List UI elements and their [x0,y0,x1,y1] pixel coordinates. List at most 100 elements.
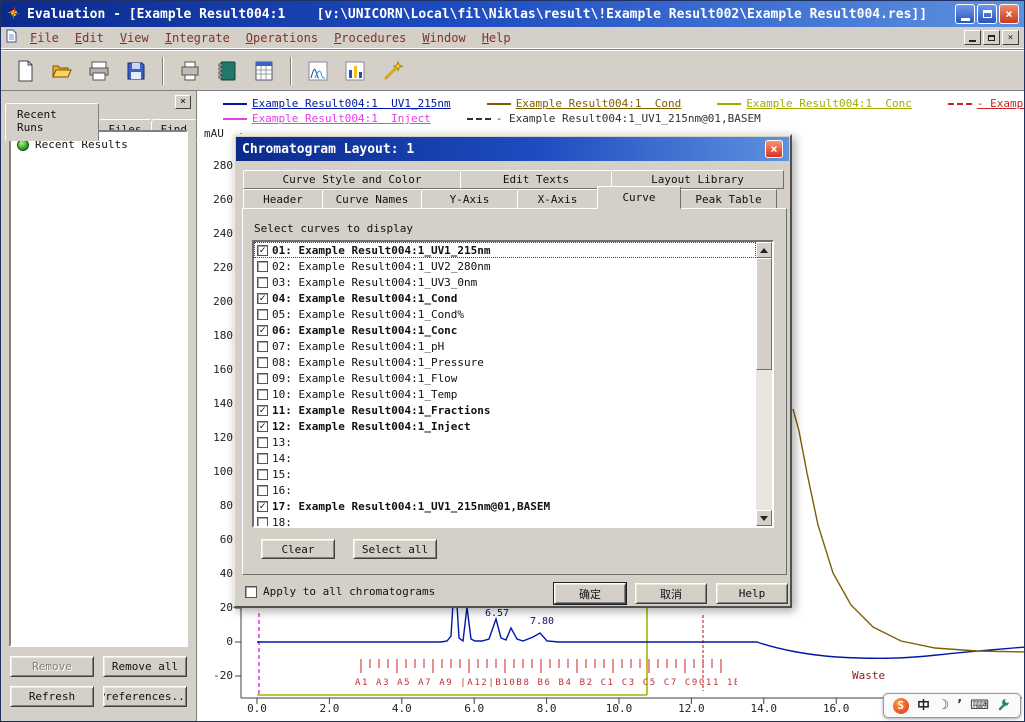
curve-checkbox[interactable] [257,341,268,352]
curve-list-item[interactable]: 18: [254,514,756,526]
curve-checkbox[interactable] [257,357,268,368]
menu-integrate[interactable]: Integrate [157,29,238,47]
maximize-button[interactable] [977,4,997,24]
new-document-button[interactable] [8,54,42,88]
menu-file[interactable]: File [22,29,67,47]
print-button[interactable] [82,54,116,88]
curve-checkbox[interactable]: ✓ [257,325,268,336]
curve-list-item[interactable]: ✓01: Example Result004:1_UV1_215nm [254,242,756,258]
mdi-close-button[interactable]: × [1002,30,1019,45]
curve-list-scrollbar[interactable] [756,242,772,526]
refresh-button[interactable]: Refresh [10,686,94,707]
mdi-restore-button[interactable] [983,30,1000,45]
curve-list-item[interactable]: 08: Example Result004:1_Pressure [254,354,756,370]
curve-checkbox[interactable] [257,469,268,480]
curve-checkbox[interactable] [257,309,268,320]
curve-list-item[interactable]: 05: Example Result004:1_Cond% [254,306,756,322]
ok-button[interactable]: 确定 [554,583,626,604]
legend-entry[interactable]: Example Result004:1 Conc [717,97,912,110]
remove-button[interactable]: Remove [10,656,94,677]
half-moon-icon[interactable]: ☽ [938,698,950,714]
dialog-tab-edit-texts[interactable]: Edit Texts [460,170,612,189]
curve-list-item[interactable]: 13: [254,434,756,450]
soft-keyboard-icon[interactable]: ⌨ [970,698,989,714]
dialog-tab-x-axis[interactable]: X-Axis [517,189,598,209]
curve-list-item[interactable]: 10: Example Result004:1_Temp [254,386,756,402]
scrollbar-thumb[interactable] [756,258,772,370]
sogou-logo-icon[interactable]: S [893,698,909,714]
dialog-tab-curve-style-and-color[interactable]: Curve Style and Color [243,170,461,189]
curve-checkbox[interactable] [257,261,268,272]
remove-all-button[interactable]: Remove all [103,656,187,677]
curve-checkbox[interactable] [257,389,268,400]
save-button[interactable] [119,54,153,88]
report-button[interactable] [247,54,281,88]
curve-checkbox[interactable]: ✓ [257,421,268,432]
minimize-button[interactable] [955,4,975,24]
curve-list-item[interactable]: ✓06: Example Result004:1_Conc [254,322,756,338]
menu-edit[interactable]: Edit [67,29,112,47]
curve-checkbox[interactable]: ✓ [257,245,268,256]
preferences-button[interactable]: Preferences... [103,686,187,707]
dialog-tab-peak-table[interactable]: Peak Table [680,189,777,209]
input-method-tray: S ☽ ’ ⌨ [883,693,1021,718]
sidebar-tab-recent-runs[interactable]: Recent Runs [5,103,99,141]
curve-checkbox[interactable] [257,437,268,448]
instruction-label: Select curves to display [254,222,413,235]
punctuation-mode-icon[interactable]: ’ [957,698,962,714]
menu-procedures[interactable]: Procedures [326,29,414,47]
curve-checkbox[interactable] [257,373,268,384]
close-button[interactable]: × [999,4,1019,24]
curve-checkbox[interactable] [257,485,268,496]
curve-list-item[interactable]: 03: Example Result004:1_UV3_0nm [254,274,756,290]
legend-entry[interactable]: Example Result004:1 UV1_215nm [223,97,451,110]
curve-list-item[interactable]: 16: [254,482,756,498]
print-preview-button[interactable] [173,54,207,88]
scroll-down-icon[interactable] [756,510,772,526]
dialog-titlebar[interactable]: Chromatogram Layout: 1 × [236,137,789,161]
dialog-tab-header[interactable]: Header [243,189,323,209]
help-button[interactable]: Help [716,583,788,604]
curve-list-item[interactable]: 09: Example Result004:1_Flow [254,370,756,386]
histogram-view-button[interactable] [338,54,372,88]
wand-button[interactable] [375,54,409,88]
legend-entry[interactable]: - Example Result004:1 Fractions [948,97,1024,110]
curve-checkbox[interactable]: ✓ [257,293,268,304]
curve-list-item[interactable]: ✓11: Example Result004:1_Fractions [254,402,756,418]
dialog-tab-curve[interactable]: Curve [597,186,681,209]
apply-to-all-checkbox[interactable] [245,586,257,598]
chromatogram-view-button[interactable] [301,54,335,88]
menu-help[interactable]: Help [474,29,519,47]
settings-wrench-icon[interactable] [997,697,1011,714]
curve-list-item[interactable]: 15: [254,466,756,482]
curve-checkbox[interactable]: ✓ [257,405,268,416]
menu-operations[interactable]: Operations [238,29,326,47]
curve-checkbox[interactable] [257,517,268,527]
curve-list-item[interactable]: 02: Example Result004:1_UV2_280nm [254,258,756,274]
dialog-tab-y-axis[interactable]: Y-Axis [421,189,518,209]
notebook-button[interactable] [210,54,244,88]
curve-list-item[interactable]: ✓12: Example Result004:1_Inject [254,418,756,434]
open-button[interactable] [45,54,79,88]
y-axis-tick-label: 100 [197,465,233,478]
chinese-input-mode-icon[interactable] [917,698,930,714]
curve-checkbox[interactable] [257,453,268,464]
menu-window[interactable]: Window [414,29,473,47]
cancel-button[interactable]: 取消 [635,583,707,604]
menu-view[interactable]: View [112,29,157,47]
dialog-tab-curve-names[interactable]: Curve Names [322,189,422,209]
curve-checkbox[interactable]: ✓ [257,501,268,512]
legend-entry[interactable]: Example Result004:1 Cond [487,97,682,110]
dialog-close-button[interactable]: × [765,140,783,158]
curve-list-item[interactable]: 07: Example Result004:1_pH [254,338,756,354]
scroll-up-icon[interactable] [756,242,772,258]
legend-entry[interactable]: - Example Result004:1_UV1_215nm@01,BASEM [467,112,761,125]
mdi-minimize-button[interactable] [964,30,981,45]
curve-list-item[interactable]: 14: [254,450,756,466]
curve-list-item[interactable]: ✓04: Example Result004:1_Cond [254,290,756,306]
curve-checkbox[interactable] [257,277,268,288]
select-all-button[interactable]: Select all [353,539,437,559]
curve-list-item[interactable]: ✓17: Example Result004:1_UV1_215nm@01,BA… [254,498,756,514]
legend-entry[interactable]: Example Result004:1 Inject [223,112,431,125]
clear-button[interactable]: Clear [261,539,335,559]
